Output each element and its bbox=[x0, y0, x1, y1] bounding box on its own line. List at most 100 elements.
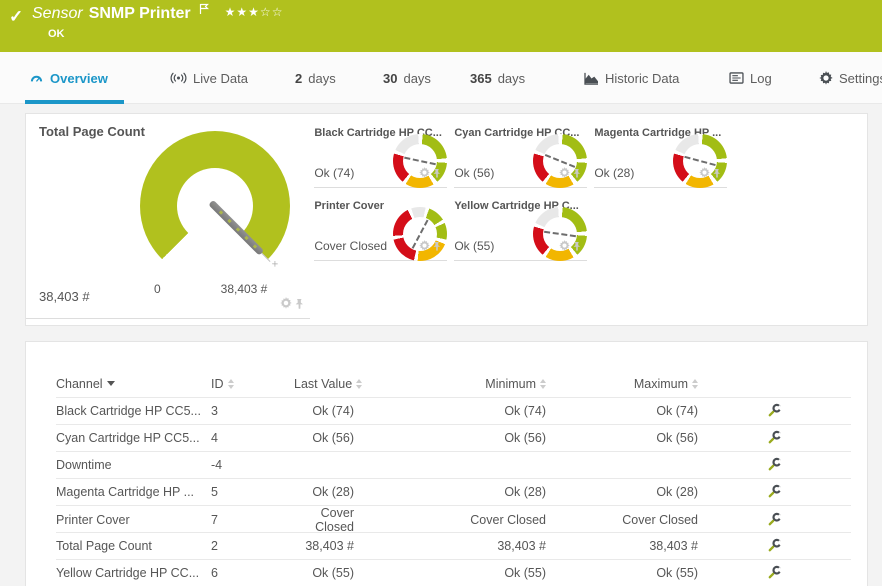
gauge-max-label: 38,403 # bbox=[208, 282, 280, 296]
channel-last-value: 38,403 # bbox=[294, 539, 374, 553]
tab-settings[interactable]: Settings bbox=[817, 52, 882, 104]
gauge-pin-icon[interactable] bbox=[433, 238, 441, 256]
gauge-settings-gear-icon[interactable] bbox=[280, 296, 292, 314]
tab-label: Historic Data bbox=[605, 71, 679, 86]
gauge-settings-gear-icon[interactable] bbox=[419, 165, 430, 183]
channel-last-value: Cover Closed bbox=[294, 506, 374, 534]
gauge-pin-icon[interactable] bbox=[573, 165, 581, 183]
tab-days[interactable]: 30 days bbox=[381, 52, 433, 104]
channel-id: 2 bbox=[211, 539, 294, 553]
channel-last-value: Ok (55) bbox=[294, 566, 374, 580]
sensor-header: ✓ Sensor SNMP Printer ★★★☆☆ OK bbox=[0, 0, 882, 52]
log-icon bbox=[729, 72, 744, 84]
channel-maximum: Ok (56) bbox=[546, 431, 698, 445]
tab-label: Overview bbox=[50, 71, 108, 86]
mini-gauge-grid: Black Cartridge HP CC... Ok (74) Cyan Ca… bbox=[310, 114, 867, 325]
tab-label: Settings bbox=[839, 71, 882, 86]
gauge-pin-icon[interactable] bbox=[713, 165, 721, 183]
channel-row: Total Page Count 2 38,403 # 38,403 # 38,… bbox=[56, 532, 851, 559]
object-kind-label: Sensor bbox=[32, 5, 83, 23]
sort-icon bbox=[356, 379, 362, 389]
channel-name-link[interactable]: Magenta Cartridge HP ... bbox=[56, 485, 211, 499]
overview-content: Total Page Count × 0 38,403 # 38,403 # B… bbox=[0, 104, 882, 586]
channel-maximum: Cover Closed bbox=[546, 513, 698, 527]
gauge-icon bbox=[29, 71, 44, 86]
column-header-maximum[interactable]: Maximum bbox=[546, 377, 698, 391]
column-header-last-value[interactable]: Last Value bbox=[294, 377, 362, 391]
gear-icon bbox=[819, 71, 833, 85]
tab-overview[interactable]: Overview bbox=[27, 52, 110, 104]
channel-name-link[interactable]: Total Page Count bbox=[56, 539, 211, 553]
channel-maximum: Ok (74) bbox=[546, 404, 698, 418]
primary-gauge-value: 38,403 # bbox=[39, 289, 90, 304]
channel-settings-wrench-icon[interactable] bbox=[768, 538, 782, 552]
channel-maximum: Ok (55) bbox=[546, 566, 698, 580]
gauge-settings-gear-icon[interactable] bbox=[559, 165, 570, 183]
channel-row: Printer Cover 7 Cover Closed Cover Close… bbox=[56, 505, 851, 532]
gauge-settings-gear-icon[interactable] bbox=[559, 238, 570, 256]
tab-range-number: 30 bbox=[383, 71, 397, 86]
channel-id: 6 bbox=[211, 566, 294, 580]
channels-panel: Channel ID Last Value Minimum Maximum Bl… bbox=[25, 341, 868, 586]
channel-settings-wrench-icon[interactable] bbox=[768, 565, 782, 579]
channel-id: 4 bbox=[211, 431, 294, 445]
mini-gauge-value: Ok (28) bbox=[594, 166, 634, 180]
channel-row: Black Cartridge HP CC5... 3 Ok (74) Ok (… bbox=[56, 397, 851, 424]
channel-last-value: Ok (74) bbox=[294, 404, 374, 418]
channel-settings-wrench-icon[interactable] bbox=[768, 430, 782, 444]
tab-label: days bbox=[308, 71, 335, 86]
channel-name-link[interactable]: Cyan Cartridge HP CC5... bbox=[56, 431, 211, 445]
channel-id: 3 bbox=[211, 404, 294, 418]
column-header-id[interactable]: ID bbox=[211, 377, 234, 391]
column-header-channel[interactable]: Channel bbox=[56, 377, 115, 391]
channel-name-link[interactable]: Yellow Cartridge HP CC... bbox=[56, 566, 211, 580]
mini-gauge-tile: Magenta Cartridge HP ... Ok (28) bbox=[594, 124, 727, 188]
channel-minimum: Cover Closed bbox=[374, 513, 546, 527]
gauge-settings-gear-icon[interactable] bbox=[419, 238, 430, 256]
channel-minimum: 38,403 # bbox=[374, 539, 546, 553]
status-badge: OK bbox=[48, 28, 65, 40]
priority-rating-stars[interactable]: ★★★☆☆ bbox=[225, 5, 284, 19]
tab-days[interactable]: 365 days bbox=[468, 52, 527, 104]
tab-label: days bbox=[403, 71, 430, 86]
flag-icon[interactable] bbox=[199, 2, 209, 20]
channel-row: Magenta Cartridge HP ... 5 Ok (28) Ok (2… bbox=[56, 478, 851, 505]
channel-minimum: Ok (55) bbox=[374, 566, 546, 580]
channel-settings-wrench-icon[interactable] bbox=[768, 484, 782, 498]
sensor-title: SNMP Printer bbox=[89, 5, 191, 23]
channel-name-link[interactable]: Downtime bbox=[56, 458, 211, 472]
sort-icon bbox=[692, 379, 698, 389]
channel-settings-wrench-icon[interactable] bbox=[768, 457, 782, 471]
channel-last-value: Ok (28) bbox=[294, 485, 374, 499]
tab-log[interactable]: Log bbox=[727, 52, 774, 104]
mini-gauge-value: Cover Closed bbox=[314, 239, 387, 253]
gauge-settings-gear-icon[interactable] bbox=[699, 165, 710, 183]
channel-row: Yellow Cartridge HP CC... 6 Ok (55) Ok (… bbox=[56, 559, 851, 586]
mini-gauge-value: Ok (56) bbox=[454, 166, 494, 180]
primary-gauge-title: Total Page Count bbox=[39, 124, 145, 139]
tab-days[interactable]: 2 days bbox=[293, 52, 338, 104]
column-header-minimum[interactable]: Minimum bbox=[374, 377, 546, 391]
mini-gauge-value: Ok (74) bbox=[314, 166, 354, 180]
tab-bar: Overview Live Data 2 days 30 days 365 da… bbox=[0, 52, 882, 104]
gauge-pin-icon[interactable] bbox=[573, 238, 581, 256]
channel-name-link[interactable]: Printer Cover bbox=[56, 513, 211, 527]
table-body: Black Cartridge HP CC5... 3 Ok (74) Ok (… bbox=[56, 397, 851, 586]
tab-live-data[interactable]: Live Data bbox=[168, 52, 250, 104]
channel-name-link[interactable]: Black Cartridge HP CC5... bbox=[56, 404, 211, 418]
sort-desc-icon bbox=[107, 381, 115, 386]
gauge-pin-icon[interactable] bbox=[433, 165, 441, 183]
channel-minimum: Ok (56) bbox=[374, 431, 546, 445]
chart-icon bbox=[584, 72, 599, 85]
mini-gauge-tile: Cyan Cartridge HP CC... Ok (56) bbox=[454, 124, 587, 188]
channel-row: Downtime -4 bbox=[56, 451, 851, 478]
gauge-min-label: 0 bbox=[154, 282, 161, 296]
channel-row: Cyan Cartridge HP CC5... 4 Ok (56) Ok (5… bbox=[56, 424, 851, 451]
tab-historic-data[interactable]: Historic Data bbox=[582, 52, 681, 104]
channel-settings-wrench-icon[interactable] bbox=[768, 403, 782, 417]
channel-maximum: 38,403 # bbox=[546, 539, 698, 553]
channel-settings-wrench-icon[interactable] bbox=[768, 512, 782, 526]
channel-maximum: Ok (28) bbox=[546, 485, 698, 499]
live-icon bbox=[170, 72, 187, 84]
gauge-pin-icon[interactable] bbox=[295, 296, 304, 314]
